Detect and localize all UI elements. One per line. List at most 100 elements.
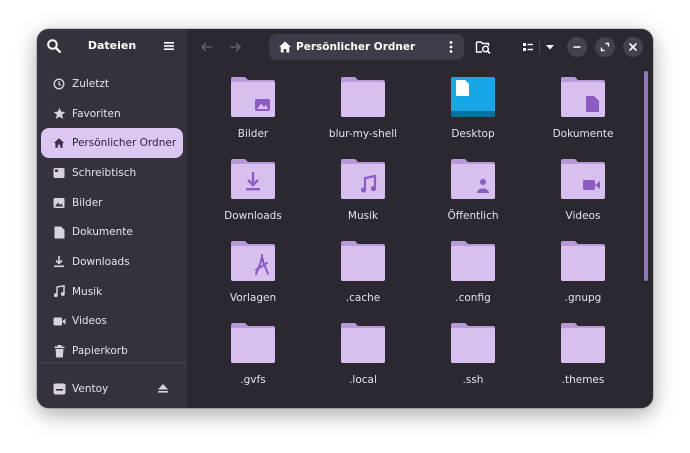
file-item[interactable]: Downloads <box>198 151 308 231</box>
file-item[interactable]: .cache <box>308 233 418 313</box>
folder-icon <box>341 241 385 281</box>
list-view-icon[interactable] <box>521 40 535 54</box>
file-item[interactable]: .local <box>308 315 418 395</box>
sidebar-item-label: Ventoy <box>72 383 109 395</box>
file-item[interactable]: blur-my-shell <box>308 69 418 149</box>
music-folder-icon <box>341 159 385 199</box>
chevron-down-icon[interactable] <box>543 40 557 54</box>
image-folder-icon <box>231 77 275 117</box>
sidebar-item-label: Musik <box>72 285 103 298</box>
file-item[interactable]: .ssh <box>418 315 528 395</box>
file-item[interactable]: Vorlagen <box>198 233 308 313</box>
path-bar[interactable]: Persönlicher Ordner <box>269 34 464 60</box>
vertical-scrollbar[interactable] <box>644 71 648 281</box>
sidebar-item-home[interactable]: Persönlicher Ordner <box>41 128 183 159</box>
maximize-button[interactable] <box>595 37 615 57</box>
file-name: Downloads <box>224 210 282 222</box>
file-name: Öffentlich <box>447 210 499 222</box>
close-button[interactable] <box>623 37 643 57</box>
file-name: .themes <box>561 374 605 386</box>
folder-icon <box>341 77 385 117</box>
file-item[interactable]: .gvfs <box>198 315 308 395</box>
video-icon <box>52 314 66 328</box>
view-switcher[interactable] <box>519 38 559 56</box>
file-name: Videos <box>565 210 601 222</box>
eject-icon[interactable] <box>157 382 169 394</box>
file-item[interactable]: Videos <box>528 151 638 231</box>
file-item[interactable]: Öffentlich <box>418 151 528 231</box>
header-bar: Persönlicher Ordner <box>187 29 653 65</box>
folder-icon <box>561 241 605 281</box>
template-folder-icon <box>231 241 275 281</box>
forward-arrow-icon[interactable] <box>228 39 244 55</box>
file-name: .local <box>349 374 377 386</box>
sidebar-item-star[interactable]: Favoriten <box>41 99 183 129</box>
image-icon <box>52 196 66 210</box>
file-name: Vorlagen <box>229 292 277 304</box>
document-folder-icon <box>561 77 605 117</box>
star-icon <box>52 107 66 121</box>
sidebar: Dateien Zuletzt Favoriten Persönlicher Ord… <box>37 29 187 408</box>
file-item[interactable]: Musik <box>308 151 418 231</box>
sidebar-item-label: Downloads <box>72 255 130 268</box>
file-item[interactable]: .config <box>418 233 528 313</box>
file-item[interactable]: .themes <box>528 315 638 395</box>
hamburger-menu-icon[interactable] <box>162 39 176 53</box>
minimize-button[interactable] <box>567 37 587 57</box>
video-folder-icon <box>561 159 605 199</box>
sidebar-item-image[interactable]: Bilder <box>41 188 183 218</box>
download-icon <box>52 255 66 269</box>
path-bar-label: Persönlicher Ordner <box>296 41 416 53</box>
document-icon <box>52 225 66 239</box>
sidebar-item-download[interactable]: Downloads <box>41 247 183 277</box>
file-name: Bilder <box>237 128 269 140</box>
home-icon <box>279 41 291 53</box>
sidebar-item-label: Schreibtisch <box>72 166 137 179</box>
file-name: .cache <box>345 292 381 304</box>
sidebar-item-desktop[interactable]: Schreibtisch <box>41 158 183 188</box>
sidebar-item-video[interactable]: Videos <box>41 307 183 337</box>
sidebar-item-label: Favoriten <box>72 107 121 120</box>
file-item[interactable]: Dokumente <box>528 69 638 149</box>
music-icon <box>52 285 66 299</box>
file-item[interactable]: Bilder <box>198 69 308 149</box>
file-name: blur-my-shell <box>328 128 398 140</box>
maximize-icon <box>600 42 610 52</box>
folder-icon <box>561 323 605 363</box>
file-name: Desktop <box>451 128 495 140</box>
view-switcher-divider <box>539 40 540 54</box>
sidebar-item-ventoy[interactable]: Ventoy <box>41 375 183 403</box>
file-item[interactable]: .gnupg <box>528 233 638 313</box>
sidebar-item-label: Bilder <box>72 196 103 209</box>
folder-icon <box>231 323 275 363</box>
file-manager-window: Dateien Zuletzt Favoriten Persönlicher Ord… <box>37 29 653 408</box>
sidebar-item-music[interactable]: Musik <box>41 277 183 307</box>
more-options-icon[interactable] <box>447 40 455 54</box>
folder-icon <box>341 323 385 363</box>
back-arrow-icon[interactable] <box>198 39 214 55</box>
folder-icon <box>451 323 495 363</box>
sidebar-item-label: Papierkorb <box>72 345 128 358</box>
minimize-icon <box>573 46 581 48</box>
sidebar-item-label: Dokumente <box>72 226 133 239</box>
sidebar-item-label: Zuletzt <box>72 77 109 90</box>
drive-icon <box>52 382 66 396</box>
trash-icon <box>52 344 66 358</box>
search-folder-icon[interactable] <box>475 39 491 55</box>
sidebar-item-label: Videos <box>72 315 107 328</box>
clock-icon <box>52 77 66 91</box>
sidebar-item-document[interactable]: Dokumente <box>41 217 183 247</box>
file-name: Dokumente <box>552 128 614 140</box>
sidebar-header: Dateien <box>37 29 187 63</box>
folder-icon <box>451 241 495 281</box>
sidebar-item-label: Persönlicher Ordner <box>72 137 177 150</box>
file-item[interactable]: Desktop <box>418 69 528 149</box>
sidebar-item-clock[interactable]: Zuletzt <box>41 69 183 99</box>
sidebar-divider <box>37 362 187 363</box>
close-icon <box>629 43 637 51</box>
home-icon <box>52 136 66 150</box>
person-folder-icon <box>451 159 495 199</box>
desktop-icon <box>52 166 66 180</box>
main-content: Persönlicher Ordner Bilder blur-my-shell… <box>187 29 653 408</box>
file-name: .ssh <box>462 374 484 386</box>
